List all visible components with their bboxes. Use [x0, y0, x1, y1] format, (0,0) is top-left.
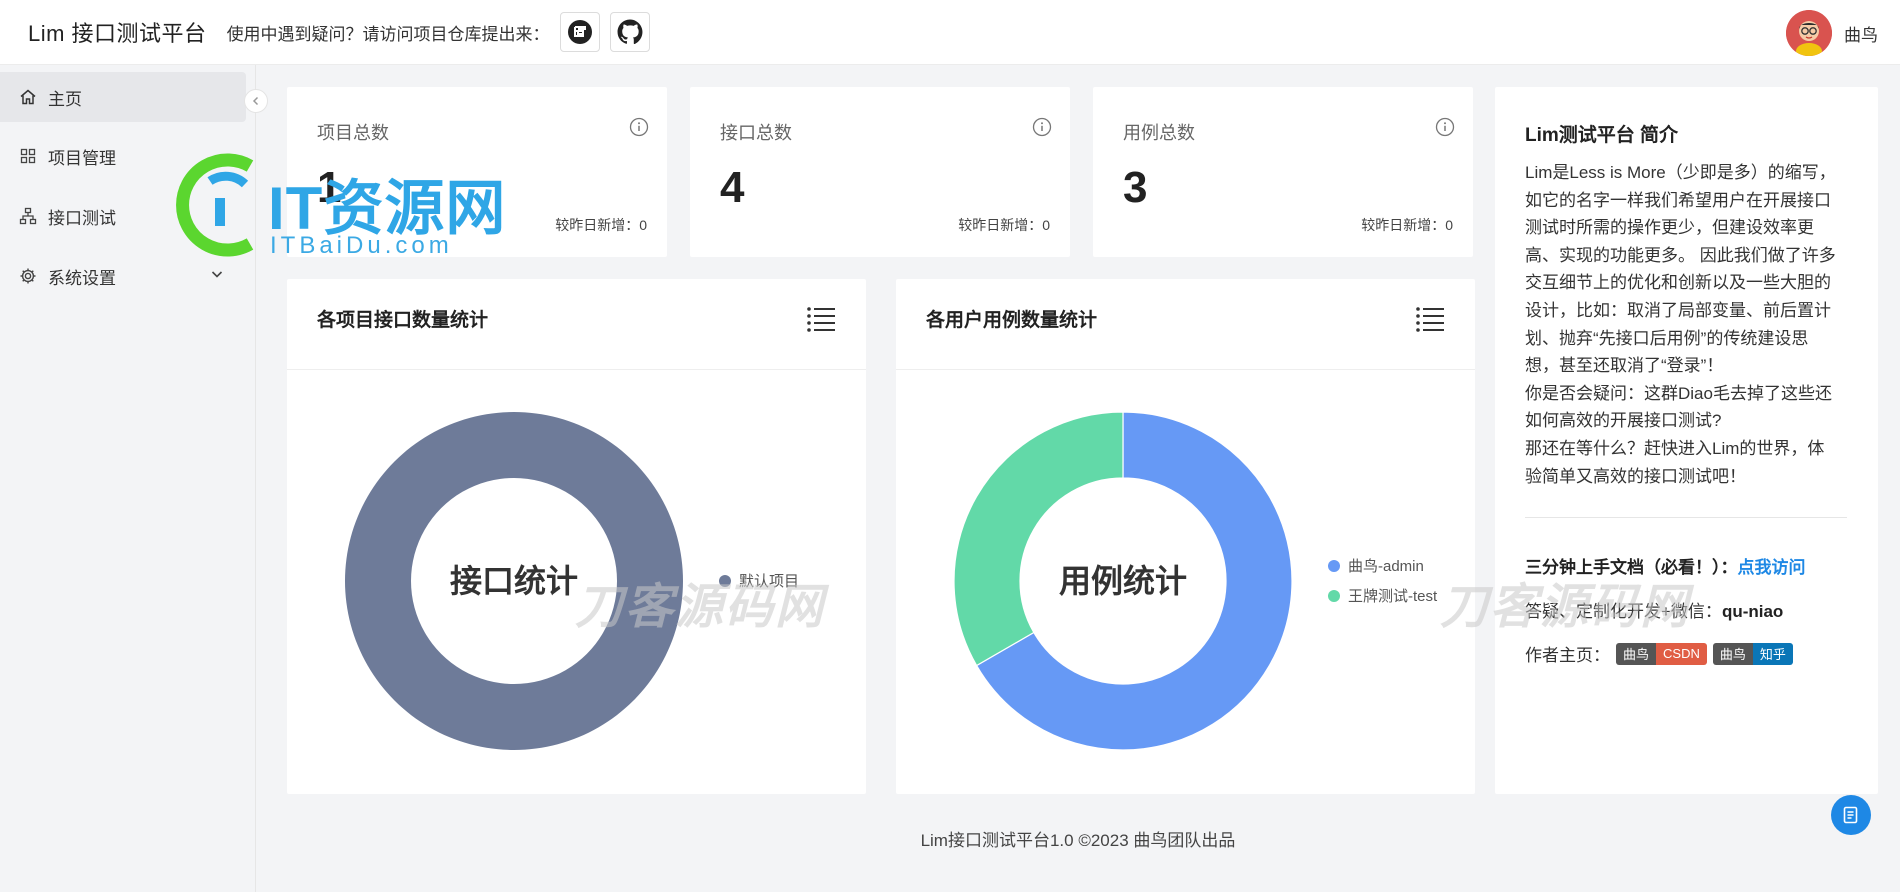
username[interactable]: 曲鸟 [1844, 21, 1878, 46]
sidebar-item-label: 系统设置 [48, 268, 116, 288]
doc-float-button[interactable] [1831, 795, 1871, 835]
chart-header: 各项目接口数量统计 [287, 279, 866, 370]
intro-line: 划、抛弃“先接口后用例”的传统建设思 [1525, 328, 1809, 348]
info-icon[interactable] [1032, 117, 1052, 142]
chart-card-users: 各用户用例数量统计 用例统计 曲鸟-admin 王牌测试-test [896, 279, 1475, 794]
watermark-text: 刀客源码网 [575, 581, 826, 634]
intro-line: 如何高效的开展接口测试? [1525, 411, 1722, 431]
chart-title: 各项目接口数量统计 [317, 310, 489, 331]
chevron-left-icon [252, 96, 259, 106]
chart-card-projects: 各项目接口数量统计 接口统计 默认项目 [287, 279, 866, 794]
github-repo-button[interactable] [609, 12, 650, 52]
stat-value: 3 [1123, 163, 1148, 212]
stat-label: 接口总数 [720, 123, 792, 143]
intro-line: 想，甚至还取消了“登录”！ [1525, 356, 1724, 376]
intro-line: 测试时所需的操作更少，但建设效率更 [1525, 218, 1814, 238]
stat-label: 用例总数 [1123, 123, 1195, 143]
sidebar-collapse-button[interactable] [244, 89, 268, 113]
intro-body: Lim是Less is More（少即是多）的缩写， 如它的名字一样我们希望用户… [1525, 159, 1853, 490]
info-icon[interactable] [1435, 117, 1455, 142]
home-icon [18, 87, 38, 107]
legend-label[interactable]: 曲鸟-admin [1348, 558, 1424, 575]
gitee-repo-button[interactable] [559, 12, 600, 52]
user-menu[interactable]: 曲鸟 [1786, 10, 1878, 56]
badge-left: 曲鸟 [1616, 642, 1657, 665]
watermark-domain: ITBaiDu.com [270, 232, 453, 259]
legend-marker[interactable] [1328, 590, 1340, 602]
chevron-down-icon [210, 266, 224, 286]
stat-value: 4 [720, 163, 745, 212]
app-title: Lim 接口测试平台 [28, 21, 207, 46]
intro-line: 那还在等什么？赶快进入Lim的世界，体 [1525, 438, 1825, 458]
legend-label[interactable]: 王牌测试-test [1348, 588, 1438, 605]
grid-icon [18, 146, 38, 166]
donut-chart-users: 用例统计 曲鸟-admin 王牌测试-test [953, 411, 1438, 751]
wechat-id: qu-niao [1721, 602, 1784, 621]
intro-line: 设计，比如：取消了局部变量、前后置计 [1525, 300, 1831, 320]
info-icon[interactable] [629, 117, 649, 142]
intro-line: 高、实现的功能更多。 因此我们做了许多 [1525, 245, 1836, 265]
list-icon[interactable] [1415, 306, 1445, 337]
watermark-text: 刀客源码网 [1440, 581, 1691, 634]
sitemap-icon [18, 206, 38, 226]
stat-delta: 较昨日新增：0 [555, 217, 647, 233]
intro-line: 交互细节上的优化和创新以及一些大胆的 [1525, 273, 1831, 293]
intro-line: Lim是Less is More（少即是多）的缩写， [1525, 163, 1836, 182]
stat-delta: 较昨日新增：0 [1361, 217, 1453, 233]
stat-card-apis: 接口总数 4 较昨日新增：0 [690, 87, 1070, 257]
donut-slice[interactable] [953, 411, 1124, 667]
donut-center-label: 接口统计 [450, 563, 578, 599]
sidebar-item-label: 项目管理 [48, 148, 116, 168]
csdn-badge[interactable]: 曲鸟 CSDN [1616, 642, 1707, 665]
donut-center-label: 用例统计 [1059, 563, 1187, 599]
gitee-icon [567, 20, 592, 44]
badge-right: 知乎 [1752, 642, 1793, 665]
top-header: Lim 接口测试平台 使用中遇到疑问？请访问项目仓库提出来： 曲鸟 [0, 0, 1900, 65]
author-prefix: 作者主页： [1525, 646, 1610, 665]
doc-link[interactable]: 点我访问 [1738, 558, 1806, 577]
intro-card: Lim测试平台 简介 Lim是Less is More（少即是多）的缩写， 如它… [1495, 87, 1878, 794]
author-line: 作者主页： 曲鸟 CSDN 曲鸟 知乎 [1525, 641, 1793, 666]
help-text: 使用中遇到疑问？请访问项目仓库提出来： [226, 24, 550, 44]
chart-title: 各用户用例数量统计 [926, 310, 1098, 331]
stat-delta: 较昨日新增：0 [958, 217, 1050, 233]
document-icon [1843, 806, 1858, 824]
legend-marker[interactable] [1328, 560, 1340, 572]
avatar[interactable] [1786, 10, 1832, 56]
list-icon[interactable] [806, 306, 836, 337]
chart-header: 各用户用例数量统计 [896, 279, 1475, 370]
badge-right: CSDN [1656, 642, 1707, 665]
stat-card-cases: 用例总数 3 较昨日新增：0 [1093, 87, 1473, 257]
github-icon [617, 19, 643, 45]
intro-line: 验简单又高效的接口测试吧！ [1525, 466, 1746, 486]
intro-line: 你是否会疑问：这群Diao毛去掉了这些还 [1525, 383, 1832, 403]
intro-title: Lim测试平台 简介 [1525, 125, 1679, 146]
badge-left: 曲鸟 [1712, 642, 1753, 665]
sidebar-item-label: 接口测试 [48, 208, 116, 228]
stat-label: 项目总数 [317, 123, 389, 143]
divider [1525, 517, 1847, 518]
intro-line: 如它的名字一样我们希望用户在开展接口 [1525, 190, 1831, 210]
footer: Lim接口测试平台1.0 ©2023 曲鸟团队出品 [920, 831, 1236, 850]
gear-icon [18, 266, 38, 286]
sidebar-item-home[interactable]: 主页 [0, 72, 246, 122]
sidebar-item-label: 主页 [48, 89, 82, 109]
zhihu-badge[interactable]: 曲鸟 知乎 [1712, 642, 1793, 665]
